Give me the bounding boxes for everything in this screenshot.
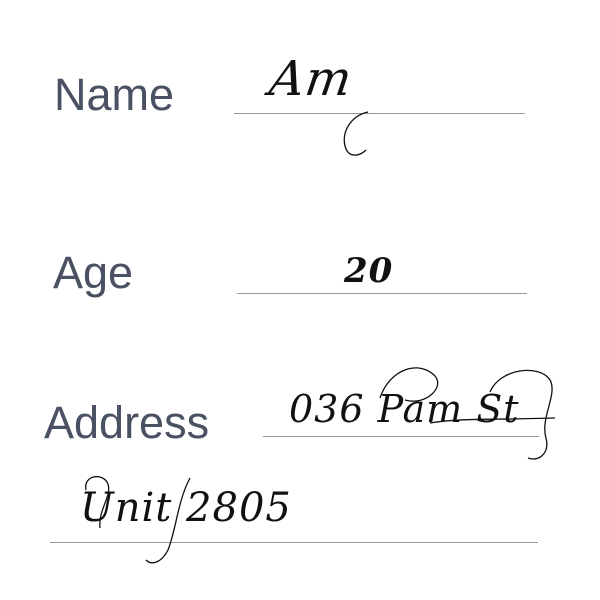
age-label: Age bbox=[53, 247, 134, 298]
address-handwriting-flourish bbox=[379, 367, 556, 460]
address-label: Address bbox=[44, 397, 210, 448]
age-field-line bbox=[237, 293, 527, 294]
name-label: Name bbox=[54, 69, 175, 120]
age-handwritten-value: 20 bbox=[344, 251, 394, 291]
address-handwriting-flourish-2 bbox=[85, 476, 191, 564]
name-handwriting-flourish bbox=[343, 111, 369, 156]
name-handwritten-value: Am bbox=[266, 51, 357, 107]
